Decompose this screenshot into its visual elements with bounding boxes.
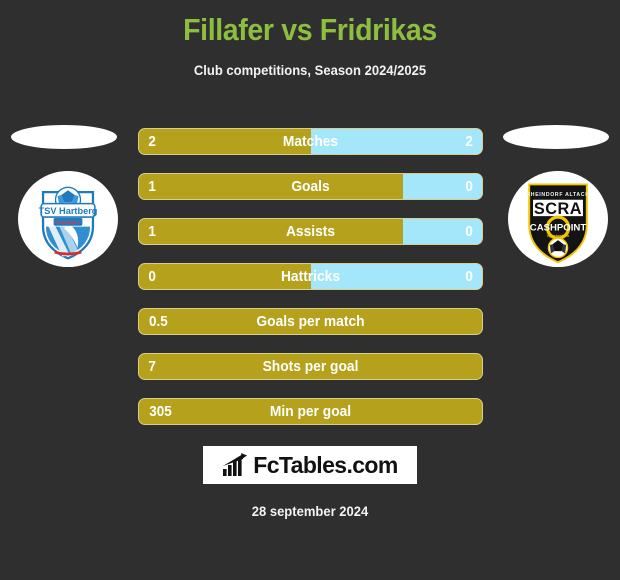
home-bar-fill bbox=[139, 264, 311, 289]
stat-row: 1 0 Goals bbox=[138, 173, 483, 200]
stat-row: 0 0 Hattricks bbox=[138, 263, 483, 290]
home-bar-fill bbox=[139, 129, 311, 154]
generated-date: 28 september 2024 bbox=[251, 503, 369, 519]
home-value: 305 bbox=[149, 403, 172, 420]
bar-chart-icon bbox=[223, 453, 248, 476]
home-bar-fill bbox=[139, 219, 404, 244]
stat-row: 305 Min per goal bbox=[138, 398, 483, 425]
stats-list: 2 2 Matches 1 0 Goals 1 0 Assists 0 0 Hattricks 0.5 G… bbox=[138, 128, 483, 443]
away-badge-sponsor-sub-text: Sportwetten bbox=[547, 234, 570, 238]
stat-comparison-card: Fillafer vs Fridrikas Club competitions,… bbox=[0, 0, 620, 580]
page-title: Fillafer vs Fridrikas bbox=[183, 12, 437, 47]
home-team-badge[interactable]: TSV Hartberg FUSSBALL bbox=[18, 171, 118, 267]
home-badge-main-text: TSV Hartberg bbox=[39, 206, 98, 216]
home-value: 0.5 bbox=[149, 313, 168, 330]
brand-name: FcTables.com bbox=[253, 451, 398, 478]
home-badge-shadow bbox=[11, 125, 117, 149]
home-value: 2 bbox=[148, 133, 156, 150]
home-value: 0 bbox=[148, 268, 156, 285]
page-subtitle: Club competitions, Season 2024/2025 bbox=[193, 62, 427, 78]
away-value: 0 bbox=[465, 223, 473, 240]
fctables-logo[interactable]: FcTables.com bbox=[203, 446, 417, 484]
home-value: 7 bbox=[148, 358, 156, 375]
scr-altach-crest-icon: RHEINDORF ALTACH SCRA CASHPOINT Sportwet… bbox=[510, 171, 606, 267]
away-team-badge[interactable]: RHEINDORF ALTACH SCRA CASHPOINT Sportwet… bbox=[508, 171, 608, 267]
tsv-hartberg-crest-icon: TSV Hartberg FUSSBALL bbox=[20, 171, 116, 267]
away-badge-top-text: RHEINDORF ALTACH bbox=[526, 192, 589, 198]
stat-label: Goals per match bbox=[256, 313, 365, 330]
away-value: 0 bbox=[465, 178, 473, 195]
stat-row: 2 2 Matches bbox=[138, 128, 483, 155]
home-bar-fill bbox=[139, 174, 404, 199]
away-value: 2 bbox=[465, 133, 473, 150]
stat-label: Min per goal bbox=[269, 403, 352, 420]
away-badge-shadow bbox=[503, 125, 609, 149]
stat-row: 0.5 Goals per match bbox=[138, 308, 483, 335]
home-value: 1 bbox=[148, 178, 156, 195]
away-value: 0 bbox=[465, 268, 473, 285]
stat-row: 1 0 Assists bbox=[138, 218, 483, 245]
away-badge-sponsor-text: CASHPOINT bbox=[530, 223, 587, 234]
stat-row: 7 Shots per goal bbox=[138, 353, 483, 380]
stat-label: Shots per goal bbox=[262, 358, 359, 375]
home-value: 1 bbox=[148, 223, 156, 240]
home-badge-sub-text: FUSSBALL bbox=[55, 220, 81, 226]
